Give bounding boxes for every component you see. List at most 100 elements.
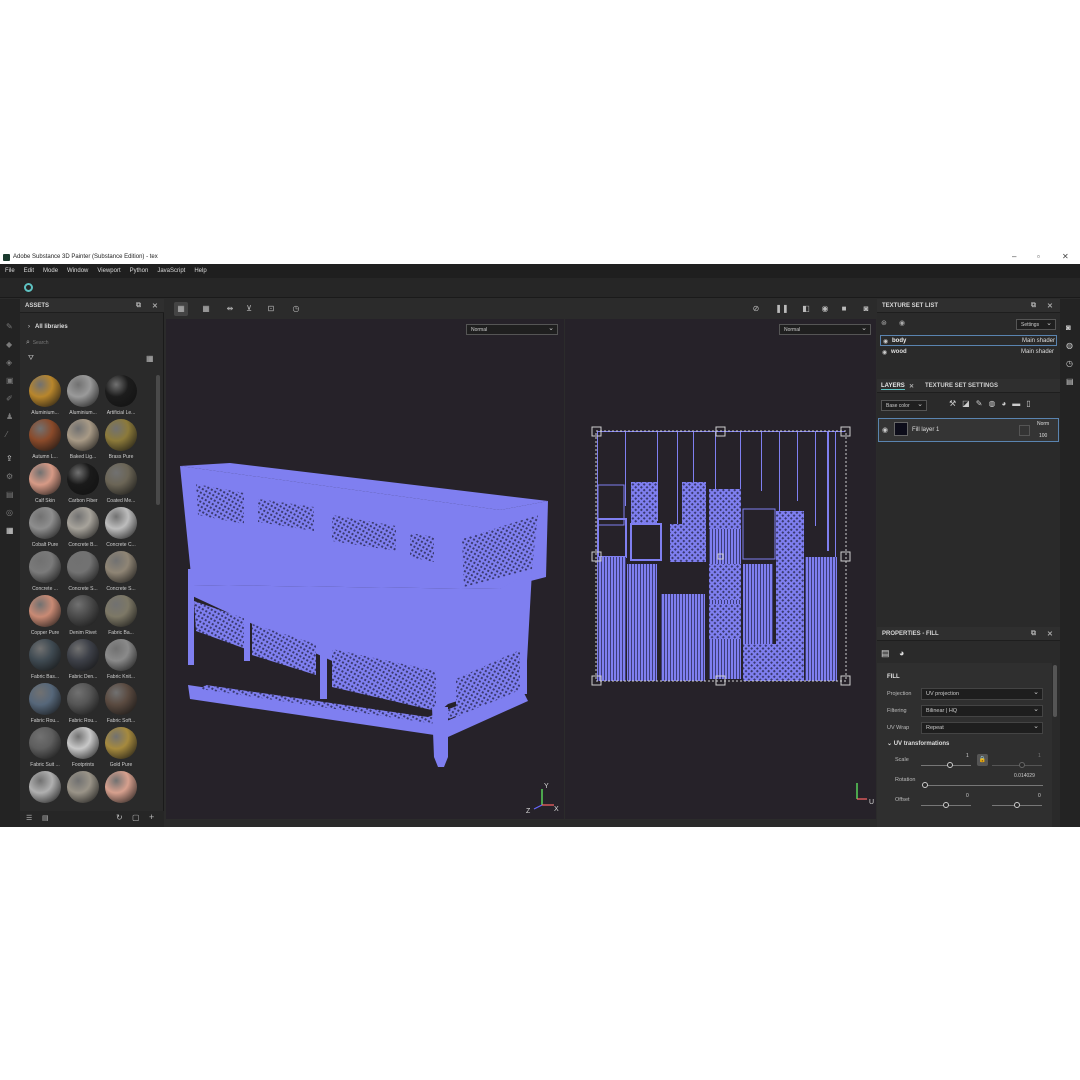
projection-icon[interactable]: ◈ bbox=[6, 359, 14, 367]
eye-icon[interactable]: ◉ bbox=[883, 338, 888, 345]
filtering-select[interactable]: Bilinear | HQ bbox=[921, 705, 1043, 717]
render-hide-icon[interactable]: ⊘ bbox=[749, 302, 763, 316]
undock-icon[interactable]: ⧉ bbox=[136, 302, 141, 310]
layer-row-fill[interactable]: ◉ Fill layer 1 Norm 100 bbox=[878, 418, 1059, 442]
document-icon[interactable]: ▦ bbox=[6, 527, 14, 535]
frame-icon[interactable]: ⊡ bbox=[264, 302, 278, 316]
properties-scrollbar[interactable] bbox=[1053, 665, 1057, 717]
maximize-icon[interactable]: ▫ bbox=[1037, 252, 1040, 261]
menu-edit[interactable]: Edit bbox=[19, 264, 38, 274]
export-icon[interactable]: ⇪ bbox=[6, 455, 14, 463]
filter-icon[interactable]: ⛛ bbox=[28, 355, 34, 363]
scale-slider-knob[interactable] bbox=[947, 762, 953, 768]
delete-layer-icon[interactable]: ▯ bbox=[1026, 399, 1036, 408]
symmetry-icon[interactable]: ⇹ bbox=[223, 302, 237, 316]
add-effect-icon[interactable]: ⚒ bbox=[949, 399, 962, 408]
material-thumbnail[interactable]: Denim Rivet bbox=[64, 595, 102, 639]
material-thumbnail[interactable]: Fabric Bas... bbox=[26, 639, 64, 683]
split-view-icon[interactable]: ◧ bbox=[799, 302, 813, 316]
eye-icon[interactable]: ◉ bbox=[882, 349, 887, 356]
sync-ring-icon[interactable] bbox=[24, 283, 33, 292]
material-thumbnail[interactable]: Fabric Rou... bbox=[26, 683, 64, 727]
log-icon[interactable]: ▤ bbox=[1066, 377, 1074, 386]
add-fill-layer-icon[interactable]: ◍ bbox=[988, 399, 1001, 408]
material-thumbnail[interactable]: Fabric Ba... bbox=[102, 595, 140, 639]
material-thumbnail[interactable]: Fabric Suit ... bbox=[26, 727, 64, 771]
lock-icon[interactable]: 🔒 bbox=[977, 754, 988, 766]
tab-texture-set-settings[interactable]: TEXTURE SET SETTINGS bbox=[925, 383, 998, 389]
projection-select[interactable]: UV projection bbox=[921, 688, 1043, 700]
layer-opacity[interactable]: 100 bbox=[1039, 433, 1047, 439]
paint-brush-icon[interactable]: ✎ bbox=[6, 323, 14, 331]
scale-slider-track[interactable] bbox=[921, 765, 971, 766]
texture-set-wood[interactable]: ◉ wood Main shader bbox=[880, 347, 1057, 358]
material-thumbnail[interactable]: Concrete S... bbox=[64, 551, 102, 595]
menu-window[interactable]: Window bbox=[62, 264, 92, 274]
material-thumbnail[interactable]: Autumn L... bbox=[26, 419, 64, 463]
add-paint-layer-icon[interactable]: ✎ bbox=[976, 399, 989, 408]
material-thumbnail[interactable] bbox=[26, 771, 64, 815]
menu-javascript[interactable]: JavaScript bbox=[152, 264, 189, 274]
polygon-fill-icon[interactable]: ▣ bbox=[6, 377, 14, 385]
grid-options-icon[interactable]: ▦ bbox=[199, 302, 213, 316]
material-tab-icon[interactable]: ▤ bbox=[881, 648, 890, 659]
list-options-icon[interactable]: ☰ bbox=[26, 814, 32, 822]
uv-wrap-select[interactable]: Repeat bbox=[921, 722, 1043, 734]
grid-view-icon[interactable]: ▦ bbox=[146, 354, 154, 363]
layer-mask-slot[interactable] bbox=[1019, 425, 1030, 436]
material-thumbnail[interactable] bbox=[64, 771, 102, 815]
eraser-icon[interactable]: ◆ bbox=[6, 341, 14, 349]
settings-gear-icon[interactable]: ⚙ bbox=[6, 473, 14, 481]
add-icon[interactable]: + bbox=[149, 812, 154, 822]
material-thumbnail[interactable]: Fabric Rou... bbox=[64, 683, 102, 727]
rotation-slider-track[interactable] bbox=[925, 785, 1043, 786]
material-thumbnail[interactable]: Artificial Le... bbox=[102, 375, 140, 419]
close-panel-icon[interactable]: ✕ bbox=[1047, 302, 1053, 310]
history-icon[interactable]: ◷ bbox=[1066, 359, 1073, 368]
display-icon[interactable]: ◎ bbox=[6, 509, 14, 517]
offset-u-slider-knob[interactable] bbox=[943, 802, 949, 808]
material-thumbnail[interactable]: Carbon Fiber bbox=[64, 463, 102, 507]
eye-icon[interactable]: ◉ bbox=[882, 426, 888, 434]
menu-mode[interactable]: Mode bbox=[38, 264, 62, 274]
material-thumbnail[interactable]: Fabric Den... bbox=[64, 639, 102, 683]
close-tab-icon[interactable]: ✕ bbox=[909, 383, 914, 390]
clone-icon[interactable]: ♟ bbox=[6, 413, 14, 421]
material-thumbnail[interactable]: Aluminium... bbox=[26, 375, 64, 419]
layer-settings-tab-icon[interactable]: ◕ bbox=[899, 648, 904, 658]
material-thumbnail[interactable]: Brass Pure bbox=[102, 419, 140, 463]
refresh-icon[interactable]: ↻ bbox=[116, 813, 123, 822]
rotation-slider-knob[interactable] bbox=[922, 782, 928, 788]
offset-v-slider-knob[interactable] bbox=[1014, 802, 1020, 808]
undock-icon[interactable]: ⧉ bbox=[1031, 302, 1036, 310]
grid-toggle-icon[interactable]: ▦ bbox=[174, 302, 188, 316]
search-field[interactable]: ⌕ Search bbox=[26, 339, 156, 349]
camera-icon[interactable]: ◙ bbox=[1066, 323, 1071, 332]
library-selector[interactable]: › All libraries bbox=[28, 324, 68, 330]
material-thumbnail[interactable]: Concrete C... bbox=[102, 507, 140, 551]
material-thumbnail[interactable]: Fabric Knit... bbox=[102, 639, 140, 683]
folder-filter-icon[interactable]: ▤ bbox=[42, 814, 49, 822]
close-window-icon[interactable]: ✕ bbox=[1062, 252, 1069, 261]
close-panel-icon[interactable]: ✕ bbox=[1047, 630, 1053, 638]
menu-viewport[interactable]: Viewport bbox=[92, 264, 124, 274]
material-thumbnail[interactable]: Coated Me... bbox=[102, 463, 140, 507]
uv-transformations-toggle[interactable]: ⌄ UV transformations bbox=[887, 740, 949, 747]
pause-icon[interactable]: ❚❚ bbox=[775, 302, 789, 316]
settings-dropdown[interactable]: Settings bbox=[1016, 319, 1056, 330]
menu-help[interactable]: Help bbox=[189, 264, 210, 274]
viewport-3d[interactable]: Normal ⌄ Y X Z bbox=[166, 319, 564, 819]
minimize-icon[interactable]: – bbox=[1012, 252, 1016, 261]
new-folder-icon[interactable]: ▢ bbox=[132, 813, 140, 822]
screenshot-camera-icon[interactable]: ◙ bbox=[859, 302, 873, 316]
axis-icon[interactable]: ⊻ bbox=[242, 302, 256, 316]
material-thumbnail[interactable]: Baked Lig... bbox=[64, 419, 102, 463]
add-smart-material-icon[interactable]: ◕ bbox=[1001, 399, 1012, 408]
viewport-2d[interactable]: Normal ⌄ U bbox=[565, 319, 876, 819]
eye-icon[interactable]: ◉ bbox=[899, 319, 905, 327]
material-thumbnail[interactable]: Concrete B... bbox=[64, 507, 102, 551]
close-panel-icon[interactable]: ✕ bbox=[152, 302, 158, 310]
material-thumbnail[interactable]: Fabric Soft... bbox=[102, 683, 140, 727]
material-thumbnail[interactable]: Gold Pure bbox=[102, 727, 140, 771]
assets-scrollbar[interactable] bbox=[156, 375, 160, 505]
